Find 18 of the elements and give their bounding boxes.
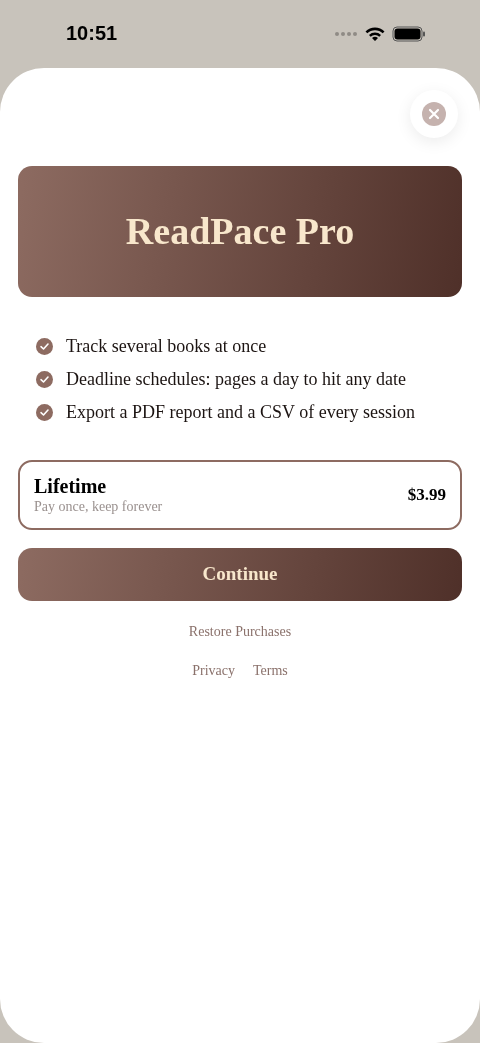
battery-icon [392,26,426,42]
signal-icon [334,31,358,37]
close-button[interactable] [410,90,458,138]
footer-link[interactable]: Terms [253,660,288,681]
feature-text: Track several books at once [66,335,267,357]
continue-button[interactable]: Continue [18,548,462,601]
plan-card[interactable]: Lifetime Pay once, keep forever $3.99 [18,460,462,530]
plan-subtitle: Pay once, keep forever [34,498,163,516]
close-icon [422,102,446,126]
feature-text: Export a PDF report and a CSV of every session [66,401,416,423]
wifi-icon [364,26,386,42]
plan-price: $3.99 [407,484,446,507]
footer-link[interactable]: Privacy [192,660,235,681]
hero-title: ReadPace Pro [125,209,355,254]
status-time: 10:51 [66,21,118,46]
plan-name: Lifetime [34,474,108,498]
feature-text: Deadline schedules: pages a day to hit any date [66,368,406,390]
restore-purchases-link[interactable]: Restore Purchases [188,621,292,642]
